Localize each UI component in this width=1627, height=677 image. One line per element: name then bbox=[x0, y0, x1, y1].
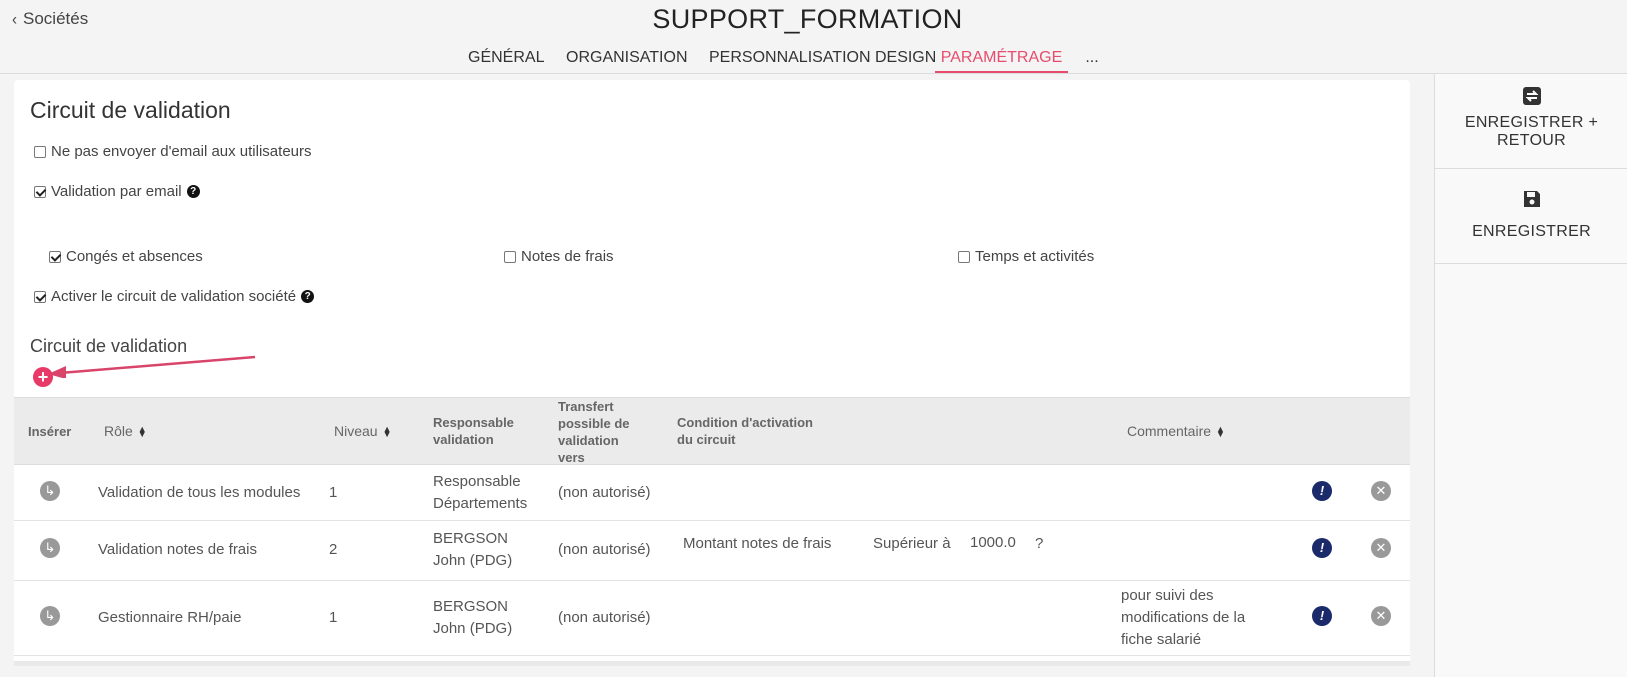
cell-responsable: BERGSON John (PDG) bbox=[433, 530, 513, 569]
insert-arrow-icon[interactable]: ↳ bbox=[40, 481, 60, 501]
option-validation-email[interactable]: Validation par email ? bbox=[34, 183, 200, 200]
cell-responsable: Responsable Départements bbox=[433, 473, 528, 512]
option-conges-label: Congés et absences bbox=[66, 248, 203, 265]
cell-niveau: 1 bbox=[329, 609, 338, 626]
checkbox-conges[interactable] bbox=[49, 250, 61, 263]
option-notes-frais-label: Notes de frais bbox=[521, 248, 614, 265]
floppy-disk-icon bbox=[1523, 191, 1540, 207]
option-no-email[interactable]: Ne pas envoyer d'email aux utilisateurs bbox=[34, 143, 312, 160]
action-sidebar: ENREGISTRER + RETOUR ENREGISTRER bbox=[1434, 74, 1627, 677]
table-row: ↳ Gestionnaire RH/paie 1 BERGSON John (P… bbox=[14, 581, 1410, 656]
option-activer-circuit[interactable]: Activer le circuit de validation société… bbox=[34, 288, 315, 305]
header-inserer: Insérer bbox=[28, 424, 72, 439]
checkbox-notes-frais[interactable] bbox=[504, 250, 516, 263]
table-row: ↳ Validation notes de frais 2 BERGSON Jo… bbox=[14, 521, 1410, 581]
insert-arrow-icon[interactable]: ↳ bbox=[40, 606, 60, 626]
cell-role: Gestionnaire RH/paie bbox=[98, 609, 242, 626]
option-notes-frais[interactable]: Notes de frais bbox=[504, 248, 614, 265]
save-return-icon bbox=[1522, 87, 1541, 105]
cell-transfert: (non autorisé) bbox=[558, 609, 651, 626]
sort-icon[interactable]: ▲ ▼ bbox=[138, 425, 147, 439]
cell-transfert: (non autorisé) bbox=[558, 541, 651, 558]
checkbox-validation-email[interactable] bbox=[34, 185, 46, 198]
edit-circle-icon[interactable]: ! bbox=[1312, 606, 1332, 626]
save-label: ENREGISTRER bbox=[1472, 223, 1591, 240]
header-transfert: Transfert possible de validation vers bbox=[558, 399, 630, 465]
cell-condition-help[interactable]: ? bbox=[1035, 533, 1043, 555]
annotation-arrow-icon bbox=[48, 355, 256, 378]
cell-condition-field: Montant notes de frais bbox=[683, 535, 832, 552]
option-activer-circuit-label: Activer le circuit de validation société bbox=[51, 288, 297, 305]
header-role[interactable]: Rôle ▲ ▼ bbox=[104, 423, 147, 440]
cell-role: Validation de tous les modules bbox=[98, 484, 301, 501]
header-role-label: Rôle bbox=[104, 423, 133, 439]
cell-niveau: 2 bbox=[329, 541, 338, 558]
cell-commentaire: pour suivi des modifications de la fiche… bbox=[1121, 587, 1246, 648]
cell-transfert: (non autorisé) bbox=[558, 484, 651, 501]
close-circle-icon[interactable]: ✕ bbox=[1371, 481, 1391, 501]
option-temps-label: Temps et activités bbox=[975, 248, 1095, 265]
header-niveau-label: Niveau bbox=[334, 423, 378, 439]
tab-personnalisation-design[interactable]: PERSONNALISATION DESIGN bbox=[709, 49, 936, 73]
question-circle-icon[interactable]: ? bbox=[186, 185, 200, 198]
sort-icon[interactable]: ▲ ▼ bbox=[383, 425, 392, 439]
option-validation-email-label: Validation par email bbox=[51, 183, 182, 200]
checkbox-temps[interactable] bbox=[958, 250, 970, 263]
edit-circle-icon[interactable]: ! bbox=[1312, 481, 1332, 501]
insert-arrow-icon[interactable]: ↳ bbox=[40, 538, 60, 558]
tab-organisation[interactable]: ORGANISATION bbox=[566, 49, 688, 73]
tab-general[interactable]: GÉNÉRAL bbox=[468, 49, 544, 73]
section-title: Circuit de validation bbox=[30, 97, 231, 123]
edit-circle-icon[interactable]: ! bbox=[1312, 538, 1332, 558]
option-temps[interactable]: Temps et activités bbox=[958, 248, 1094, 265]
header-commentaire[interactable]: Commentaire ▲ ▼ bbox=[1127, 423, 1225, 440]
save-button[interactable]: ENREGISTRER bbox=[1435, 169, 1627, 264]
header-condition: Condition d'activation du circuit bbox=[677, 415, 813, 447]
option-no-email-label: Ne pas envoyer d'email aux utilisateurs bbox=[51, 143, 312, 160]
question-circle-icon[interactable]: ? bbox=[301, 290, 315, 303]
close-circle-icon[interactable]: ✕ bbox=[1371, 538, 1391, 558]
header-commentaire-label: Commentaire bbox=[1127, 423, 1212, 439]
top-bar: ‹ Sociétés SUPPORT_FORMATION GÉNÉRAL ORG… bbox=[0, 0, 1627, 74]
cell-responsable: BERGSON John (PDG) bbox=[433, 598, 513, 637]
table-header: Insérer Rôle ▲ ▼ Niveau ▲ ▼ Responsable vali… bbox=[14, 397, 1410, 465]
cell-role: Validation notes de frais bbox=[98, 541, 257, 558]
page-title: SUPPORT_FORMATION bbox=[652, 4, 963, 34]
checkbox-no-email[interactable] bbox=[34, 145, 46, 158]
cell-condition-value: 1000.0 bbox=[970, 534, 1016, 551]
tab-more[interactable]: ... bbox=[1084, 49, 1100, 73]
cell-condition-operator: Supérieur à bbox=[873, 535, 951, 552]
table-row: ↳ Validation de tous les modules 1 Respo… bbox=[14, 465, 1410, 521]
close-circle-icon[interactable]: ✕ bbox=[1371, 606, 1391, 626]
tab-parametrage[interactable]: PARAMÉTRAGE bbox=[935, 49, 1068, 73]
sort-icon[interactable]: ▲ ▼ bbox=[1216, 425, 1225, 439]
option-conges[interactable]: Congés et absences bbox=[49, 248, 203, 265]
header-niveau[interactable]: Niveau ▲ ▼ bbox=[334, 423, 392, 440]
card-scroll-edge bbox=[14, 661, 1410, 666]
save-return-label: ENREGISTRER + RETOUR bbox=[1464, 114, 1599, 149]
header-responsable: Responsable validation bbox=[433, 415, 514, 447]
cell-niveau: 1 bbox=[329, 484, 338, 501]
checkbox-activer-circuit[interactable] bbox=[34, 290, 46, 303]
add-circuit-button[interactable]: + bbox=[33, 367, 53, 387]
save-return-button[interactable]: ENREGISTRER + RETOUR bbox=[1435, 74, 1627, 169]
